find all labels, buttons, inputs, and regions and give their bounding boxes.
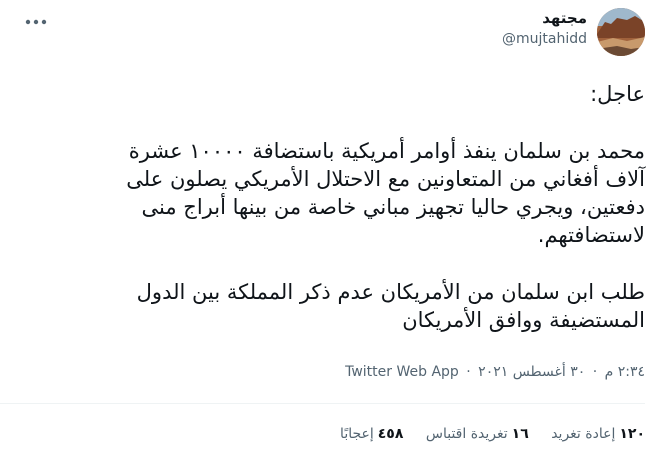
tweet-text-line: دفعتين، ويجري حاليا تجهيز مباني خاصة من … <box>141 195 646 219</box>
tweet-source[interactable]: Twitter Web App <box>345 364 459 380</box>
tweet-text-line: عاجل: <box>590 82 645 106</box>
tweet-text-line: لاستضافتهم. <box>537 223 645 247</box>
more-options-button[interactable] <box>24 12 50 32</box>
likes-stat[interactable]: ٤٥٨إعجابًا <box>340 426 403 442</box>
tweet-date[interactable]: ٣٠ أغسطس ٢٠٢١ <box>478 364 585 380</box>
quotes-count: ١٦ <box>511 426 529 442</box>
display-name[interactable]: مجتهد <box>542 9 587 27</box>
retweets-stat[interactable]: ١٢٠إعادة تغريد <box>551 426 645 442</box>
tweet-text-line: طلب ابن سلمان من الأمريكان عدم ذكر الممل… <box>136 280 645 304</box>
tweet-meta: ٢:٣٤ م · ٣٠ أغسطس ٢٠٢١ · Twitter Web App <box>20 364 645 380</box>
tweet-text-line: آلاف أفغاني من المتعاونين مع الاحتلال ال… <box>126 167 645 191</box>
likes-count: ٤٥٨ <box>377 426 404 442</box>
quotes-stat[interactable]: ١٦تغريدة اقتباس <box>426 426 529 442</box>
desert-landscape-avatar-icon <box>597 8 645 56</box>
tweet-time[interactable]: ٢:٣٤ م <box>605 364 645 380</box>
tweet-card: مجتهد @mujtahidd عاجل: محمد بن سلمان ينف… <box>0 0 665 462</box>
retweets-label: إعادة تغريد <box>551 426 616 442</box>
meta-separator: · <box>466 364 471 380</box>
tweet-text-line: محمد بن سلمان ينفذ أوامر أمريكية باستضاف… <box>128 139 645 163</box>
avatar[interactable] <box>597 8 645 56</box>
meta-separator: · <box>592 364 598 380</box>
divider <box>0 403 645 404</box>
more-dots-icon <box>25 19 47 25</box>
quotes-label: تغريدة اقتباس <box>425 426 508 442</box>
username[interactable]: @mujtahidd <box>502 31 587 47</box>
tweet-text: عاجل: محمد بن سلمان ينفذ أوامر أمريكية ب… <box>24 80 645 334</box>
likes-label: إعجابًا <box>340 426 374 442</box>
tweet-stats: ١٢٠إعادة تغريد ١٦تغريدة اقتباس ٤٥٨إعجابً… <box>322 426 645 442</box>
retweets-count: ١٢٠ <box>619 426 645 442</box>
tweet-text-line: المستضيفة ووافق الأمريكان <box>402 308 645 332</box>
